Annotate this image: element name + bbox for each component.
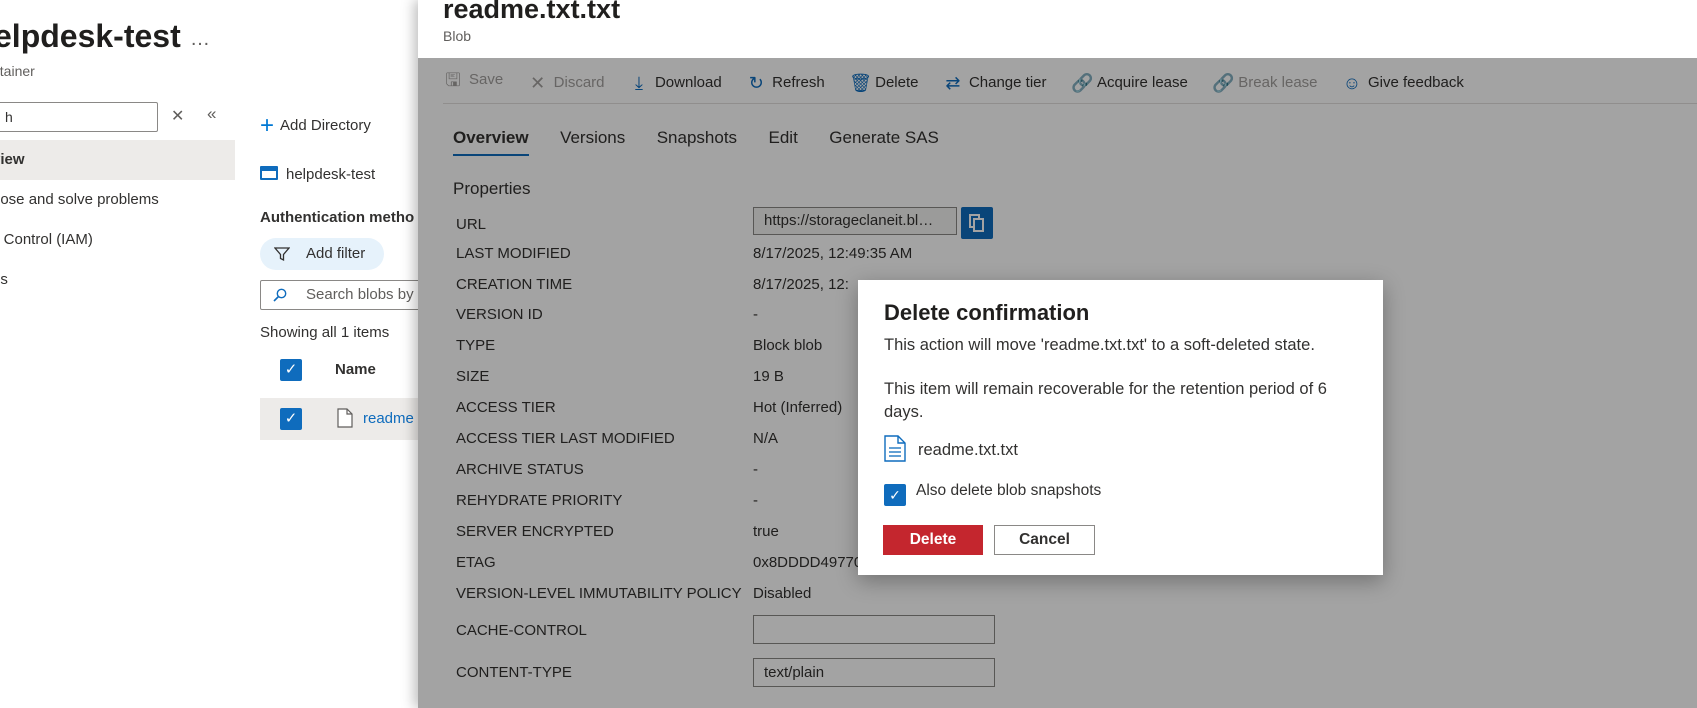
table-row[interactable]: ✓ readme xyxy=(260,398,420,440)
nav-item-settings[interactable]: gs xyxy=(0,260,235,300)
table-header: ✓ Name xyxy=(260,356,420,384)
container-icon xyxy=(260,166,278,180)
add-filter-button[interactable]: Add filter xyxy=(260,238,384,270)
delete-snapshots-checkbox[interactable]: ✓ xyxy=(884,484,906,506)
add-filter-label: Add filter xyxy=(306,245,366,262)
document-icon xyxy=(884,435,906,462)
select-all-checkbox[interactable]: ✓ xyxy=(280,359,302,381)
dialog-file-name: readme.txt.txt xyxy=(918,441,1018,459)
collapse-nav-icon[interactable]: « xyxy=(207,104,216,124)
add-directory-label: Add Directory xyxy=(280,117,371,134)
nav-item-access-control[interactable]: s Control (IAM) xyxy=(0,220,235,260)
blob-title: readme.txt.txt xyxy=(443,0,621,24)
dialog-retention-message: This item will remain recoverable for th… xyxy=(884,380,1327,421)
container-subtitle: ntainer xyxy=(0,63,35,79)
column-name-header[interactable]: Name xyxy=(335,361,376,378)
breadcrumb[interactable]: helpdesk-test xyxy=(260,166,375,183)
breadcrumb-label: helpdesk-test xyxy=(286,166,376,183)
auth-method-label: Authentication metho xyxy=(260,209,415,226)
row-checkbox[interactable]: ✓ xyxy=(280,408,302,430)
blob-search-placeholder: Search blobs by xyxy=(306,286,414,303)
delete-confirmation-dialog: Delete confirmation This action will mov… xyxy=(858,280,1383,575)
container-blade: elpdesk-test … ntainer ✕ « view nose and… xyxy=(0,0,420,708)
filter-icon xyxy=(274,247,290,262)
file-name-link[interactable]: readme xyxy=(363,410,414,427)
delete-snapshots-label: Also delete blob snapshots xyxy=(916,482,1102,499)
dialog-message: This action will move 'readme.txt.txt' t… xyxy=(884,336,1315,354)
delete-snapshots-option[interactable]: ✓ Also delete blob snapshots xyxy=(884,482,1101,506)
blob-subtitle: Blob xyxy=(443,28,472,44)
more-options-icon[interactable]: … xyxy=(190,28,211,51)
nav-item-diagnose[interactable]: nose and solve problems xyxy=(0,180,235,220)
search-icon xyxy=(273,288,287,302)
nav-search-input[interactable] xyxy=(0,102,158,132)
clear-search-icon[interactable]: ✕ xyxy=(171,106,184,126)
cancel-button[interactable]: Cancel xyxy=(994,525,1095,555)
file-icon xyxy=(337,408,353,428)
plus-icon: + xyxy=(260,112,275,139)
container-title: elpdesk-test xyxy=(0,18,181,54)
add-directory-button[interactable]: + Add Directory xyxy=(260,112,371,140)
blob-search-input[interactable]: Search blobs by xyxy=(260,280,420,310)
dialog-file: readme.txt.txt xyxy=(884,435,1018,462)
nav-menu: view nose and solve problems s Control (… xyxy=(0,140,235,300)
item-count: Showing all 1 items xyxy=(260,324,390,341)
nav-item-overview[interactable]: view xyxy=(0,140,235,180)
dialog-title: Delete confirmation xyxy=(884,300,1090,325)
confirm-delete-button[interactable]: Delete xyxy=(883,525,983,555)
